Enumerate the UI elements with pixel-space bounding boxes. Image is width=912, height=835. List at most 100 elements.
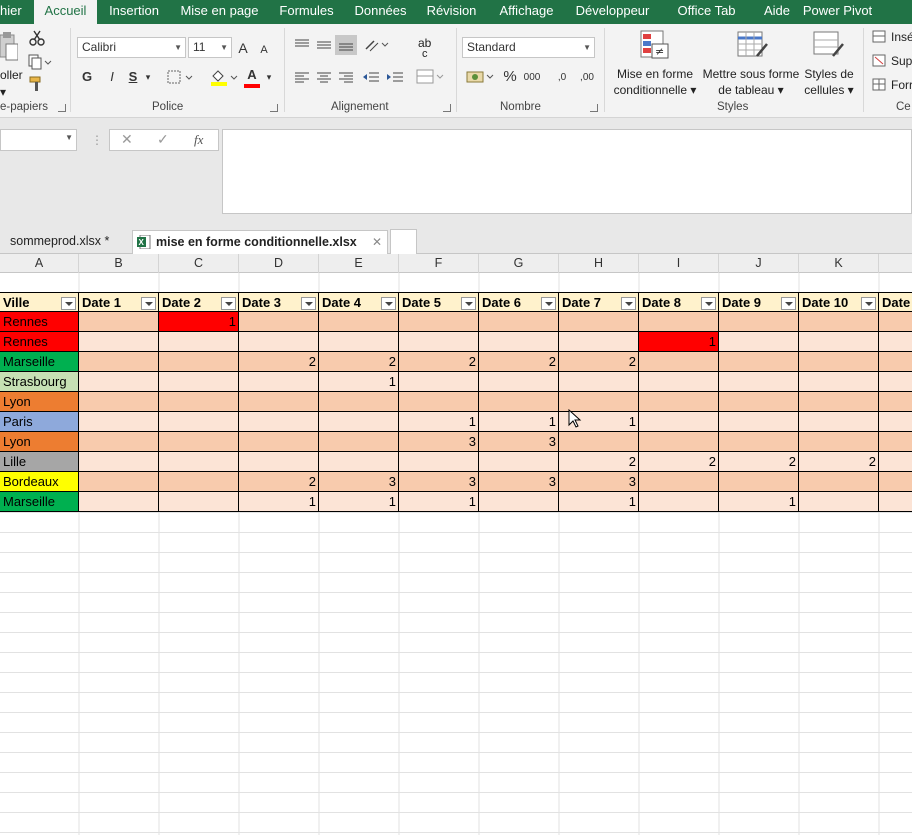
table-cell[interactable] [79, 492, 159, 512]
table-header-cell[interactable]: Date 9 [719, 292, 799, 312]
column-header[interactable]: G [479, 254, 559, 273]
column-header[interactable]: I [639, 254, 719, 273]
city-cell[interactable]: Lyon [0, 392, 79, 412]
table-cell[interactable] [559, 372, 639, 392]
filter-dropdown-icon[interactable] [141, 297, 156, 310]
table-cell[interactable] [159, 392, 239, 412]
table-cell[interactable] [79, 452, 159, 472]
table-cell[interactable]: 1 [559, 492, 639, 512]
table-cell[interactable]: 2 [639, 452, 719, 472]
orientation-icon[interactable] [364, 37, 390, 53]
delete-cells-label[interactable]: Sup [891, 54, 912, 68]
ribbon-tab-5[interactable]: Formules [268, 0, 345, 24]
table-header-cell[interactable]: Date 3 [239, 292, 319, 312]
chevron-down-icon[interactable]: ▼ [65, 133, 73, 142]
table-cell[interactable] [879, 452, 912, 472]
table-cell[interactable]: 1 [159, 312, 239, 332]
table-cell[interactable]: 3 [319, 472, 399, 492]
increase-indent-icon[interactable] [386, 71, 404, 85]
table-cell[interactable] [719, 312, 799, 332]
table-cell[interactable] [159, 472, 239, 492]
paste-icon[interactable] [0, 32, 18, 62]
ribbon-tab-12[interactable]: Power Pivot [800, 0, 875, 24]
bold-button[interactable]: G [78, 67, 96, 87]
format-as-table-label-2[interactable]: de tableau ▾ [700, 83, 802, 97]
table-cell[interactable] [399, 372, 479, 392]
table-cell[interactable]: 1 [399, 492, 479, 512]
table-cell[interactable] [79, 392, 159, 412]
number-format-select[interactable]: Standard ▼ [462, 37, 595, 58]
table-cell[interactable] [559, 312, 639, 332]
font-name-select[interactable]: Calibri ▼ [77, 37, 186, 58]
fill-color-icon[interactable] [210, 68, 240, 86]
table-cell[interactable] [799, 372, 879, 392]
table-cell[interactable]: 2 [479, 352, 559, 372]
table-cell[interactable] [879, 372, 912, 392]
table-cell[interactable] [799, 412, 879, 432]
table-cell[interactable]: 1 [479, 412, 559, 432]
format-as-table-label-1[interactable]: Mettre sous forme [700, 67, 802, 81]
table-cell[interactable] [159, 372, 239, 392]
table-cell[interactable]: 2 [559, 352, 639, 372]
city-cell[interactable]: Rennes [0, 332, 79, 352]
table-cell[interactable]: 1 [639, 332, 719, 352]
table-cell[interactable]: 3 [399, 432, 479, 452]
column-header[interactable]: A [0, 254, 79, 273]
table-header-cell[interactable]: Date 4 [319, 292, 399, 312]
table-cell[interactable] [319, 392, 399, 412]
table-cell[interactable] [399, 332, 479, 352]
table-cell[interactable] [799, 492, 879, 512]
table-cell[interactable] [159, 452, 239, 472]
filter-dropdown-icon[interactable] [381, 297, 396, 310]
ribbon-tab-8[interactable]: Affichage [487, 0, 566, 24]
underline-button[interactable]: S [126, 67, 140, 87]
table-header-cell[interactable]: Date 10 [799, 292, 879, 312]
table-cell[interactable]: 1 [719, 492, 799, 512]
table-cell[interactable]: 1 [319, 492, 399, 512]
format-painter-icon[interactable] [29, 76, 45, 92]
filter-dropdown-icon[interactable] [301, 297, 316, 310]
table-cell[interactable] [559, 432, 639, 452]
font-launcher-icon[interactable] [270, 104, 278, 112]
table-cell[interactable] [639, 372, 719, 392]
table-cell[interactable] [479, 492, 559, 512]
name-box[interactable]: ▼ [0, 129, 77, 151]
table-cell[interactable]: 2 [319, 352, 399, 372]
table-cell[interactable] [479, 392, 559, 412]
ribbon-tab-2[interactable]: Accueil [34, 0, 97, 25]
table-cell[interactable] [479, 372, 559, 392]
table-cell[interactable] [639, 432, 719, 452]
table-cell[interactable]: 3 [399, 472, 479, 492]
table-cell[interactable] [319, 432, 399, 452]
column-header[interactable] [879, 254, 912, 273]
table-cell[interactable] [879, 312, 912, 332]
merge-cells-icon[interactable] [416, 69, 444, 85]
table-cell[interactable] [399, 392, 479, 412]
table-cell[interactable] [319, 332, 399, 352]
table-header-cell[interactable]: Date [879, 292, 912, 312]
conditional-format-label-1[interactable]: Mise en forme [610, 67, 700, 81]
workbook-tab-sommeprod[interactable]: sommeprod.xlsx * [0, 230, 131, 254]
table-cell[interactable]: 3 [479, 432, 559, 452]
filter-dropdown-icon[interactable] [61, 297, 76, 310]
filter-dropdown-icon[interactable] [221, 297, 236, 310]
city-cell[interactable]: Paris [0, 412, 79, 432]
table-cell[interactable] [799, 432, 879, 452]
column-header[interactable]: H [559, 254, 639, 273]
align-right-icon[interactable] [338, 71, 354, 85]
table-cell[interactable]: 2 [559, 452, 639, 472]
close-tab-icon[interactable]: ✕ [372, 231, 382, 253]
table-cell[interactable] [79, 472, 159, 492]
filter-dropdown-icon[interactable] [541, 297, 556, 310]
increase-decimal-button[interactable]: ,0 [552, 68, 572, 88]
align-center-icon[interactable] [316, 71, 332, 85]
table-cell[interactable] [239, 312, 319, 332]
table-cell[interactable] [239, 372, 319, 392]
table-cell[interactable] [639, 412, 719, 432]
table-cell[interactable] [879, 392, 912, 412]
table-cell[interactable] [79, 332, 159, 352]
clipboard-launcher-icon[interactable] [58, 104, 66, 112]
delete-cells-icon[interactable] [872, 54, 888, 68]
paste-dropdown-icon[interactable]: ▾ [0, 85, 6, 99]
city-cell[interactable]: Marseille [0, 352, 79, 372]
